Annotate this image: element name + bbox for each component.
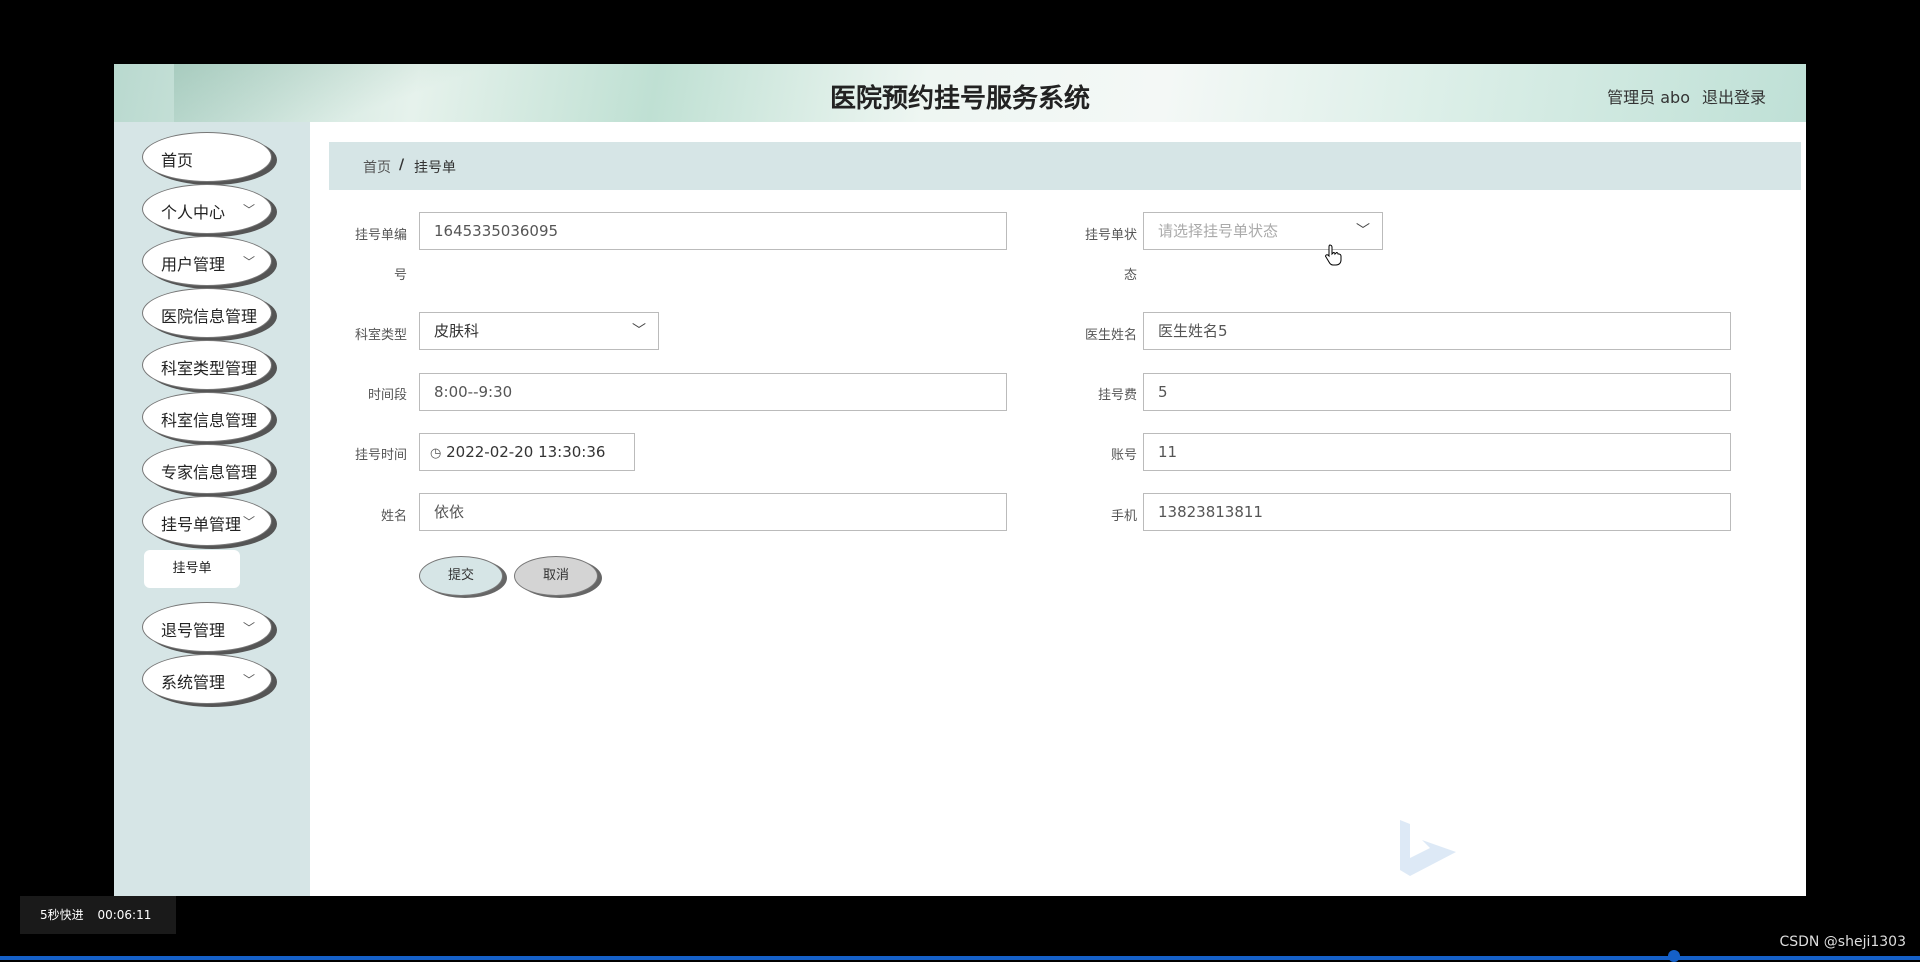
- reg-time-picker[interactable]: ◷ 2022-02-20 13:30:36: [419, 433, 635, 471]
- sidebar-item-hospital-info[interactable]: 医院信息管理: [142, 288, 272, 338]
- sidebar-item-label: 科室类型管理: [161, 359, 258, 378]
- sidebar-item-dept-type[interactable]: 科室类型管理: [142, 340, 272, 390]
- logout-link[interactable]: 退出登录: [1702, 84, 1766, 108]
- sidebar-item-label: 退号管理: [161, 621, 226, 640]
- status-label-wrap: 态: [1123, 268, 1137, 283]
- account-label: 账号: [1110, 448, 1137, 463]
- sidebar-item-refund[interactable]: 退号管理 ﹀: [142, 602, 272, 652]
- video-progress-bar[interactable]: [0, 956, 1920, 960]
- breadcrumb-current: 挂号单: [414, 160, 456, 176]
- current-user: 管理员 abo: [1607, 88, 1690, 107]
- clock-icon: ◷: [430, 446, 442, 461]
- chevron-down-icon: ﹀: [242, 515, 255, 529]
- sidebar-item-label: 个人中心: [161, 203, 226, 222]
- sidebar-item-label: 系统管理: [161, 673, 226, 692]
- status-placeholder: 请选择挂号单状态: [1158, 222, 1279, 240]
- speed-label: 5秒快进: [40, 908, 84, 922]
- account-input[interactable]: 11: [1143, 433, 1731, 471]
- app-window: 医院预约挂号服务系统 管理员 abo 退出登录 首页 个人中心 ﹀ 用户管理 ﹀…: [114, 64, 1806, 896]
- reg-time-label: 挂号时间: [354, 448, 407, 463]
- reg-time-value: 2022-02-20 13:30:36: [446, 443, 606, 461]
- video-progress-knob[interactable]: [1668, 950, 1680, 962]
- chevron-down-icon: ﹀: [242, 203, 255, 217]
- breadcrumb: 首页 / 挂号单: [329, 142, 1801, 190]
- doctor-label: 医生姓名: [1084, 328, 1137, 343]
- chevron-down-icon: ﹀: [632, 323, 646, 339]
- sidebar-item-label: 医院信息管理: [161, 307, 258, 326]
- name-input[interactable]: 依依: [419, 493, 1007, 531]
- sidebar: 首页 个人中心 ﹀ 用户管理 ﹀ 医院信息管理 科室类型管理 科室信息管理 专家…: [114, 122, 310, 896]
- chevron-down-icon: ﹀: [242, 621, 255, 635]
- cancel-button[interactable]: 取消: [514, 556, 598, 596]
- name-label: 姓名: [380, 509, 407, 524]
- dept-type-value: 皮肤科: [434, 322, 480, 340]
- sidebar-item-label: 用户管理: [161, 255, 226, 274]
- fee-input[interactable]: 5: [1143, 373, 1731, 411]
- chevron-down-icon: ﹀: [242, 255, 255, 269]
- playback-badge: 5秒快进 00:06:11: [20, 896, 176, 934]
- phone-input[interactable]: 13823813811: [1143, 493, 1731, 531]
- credit-text: CSDN @sheji1303: [1779, 934, 1906, 950]
- sidebar-item-label: 专家信息管理: [161, 463, 258, 482]
- chevron-down-icon: ﹀: [242, 673, 255, 687]
- order-no-input[interactable]: 1645335036095: [419, 212, 1007, 250]
- playback-time: 00:06:11: [97, 908, 152, 922]
- app-title: 医院预约挂号服务系统: [829, 84, 1090, 114]
- header-bar: 医院预约挂号服务系统 管理员 abo 退出登录: [114, 64, 1806, 122]
- sidebar-item-user-management[interactable]: 用户管理 ﹀: [142, 236, 272, 286]
- sidebar-subitem-registration-order[interactable]: 挂号单: [144, 550, 240, 588]
- hand-cursor-icon: [1325, 244, 1342, 266]
- breadcrumb-home[interactable]: 首页: [363, 157, 391, 177]
- chevron-down-icon: ﹀: [1356, 223, 1370, 239]
- doctor-input[interactable]: 医生姓名5: [1143, 312, 1731, 350]
- sidebar-item-expert-info[interactable]: 专家信息管理: [142, 444, 272, 494]
- time-slot-label: 时间段: [367, 388, 407, 403]
- fee-label: 挂号费: [1097, 388, 1137, 403]
- dept-type-label: 科室类型: [354, 328, 407, 343]
- status-label: 挂号单状: [1084, 228, 1137, 243]
- sidebar-item-label: 挂号单管理: [161, 515, 242, 534]
- sidebar-item-label: 首页: [161, 151, 194, 170]
- order-no-label-wrap: 号: [393, 268, 407, 283]
- sidebar-item-system[interactable]: 系统管理 ﹀: [142, 654, 272, 704]
- sidebar-item-registration[interactable]: 挂号单管理 ﹀: [142, 496, 272, 546]
- sidebar-item-label: 科室信息管理: [161, 411, 258, 430]
- time-slot-input[interactable]: 8:00--9:30: [419, 373, 1007, 411]
- order-no-label: 挂号单编: [354, 228, 407, 243]
- phone-label: 手机: [1110, 509, 1137, 524]
- dept-type-select[interactable]: 皮肤科 ﹀: [419, 312, 659, 350]
- breadcrumb-separator: /: [399, 157, 405, 173]
- sidebar-item-home[interactable]: 首页: [142, 132, 272, 182]
- sidebar-item-dept-info[interactable]: 科室信息管理: [142, 392, 272, 442]
- watermark-logo-icon: [1400, 820, 1456, 876]
- sidebar-item-personal-center[interactable]: 个人中心 ﹀: [142, 184, 272, 234]
- status-select[interactable]: 请选择挂号单状态 ﹀: [1143, 212, 1383, 250]
- submit-button[interactable]: 提交: [419, 556, 503, 596]
